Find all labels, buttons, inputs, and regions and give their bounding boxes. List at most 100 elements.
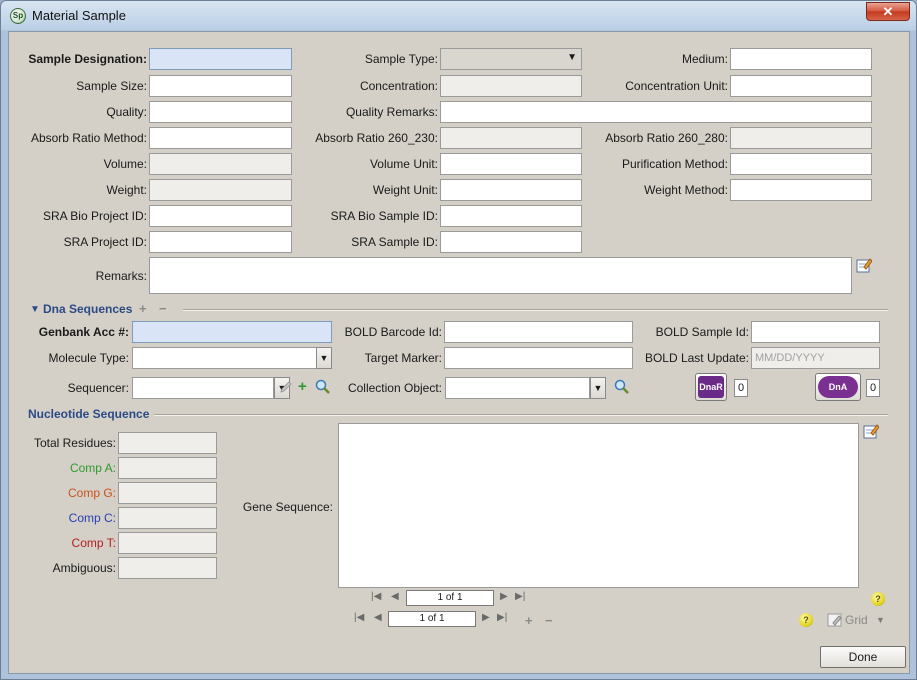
remove-dna-sequence-icon[interactable]: −: [159, 302, 167, 315]
target-marker-input[interactable]: [444, 347, 633, 369]
help-icon[interactable]: ?: [799, 613, 813, 627]
purification-method-input[interactable]: [730, 153, 872, 175]
search-sequencer-icon[interactable]: [315, 379, 330, 394]
collection-object-select[interactable]: ▼: [445, 377, 606, 399]
pencil-edit-icon[interactable]: [279, 380, 293, 394]
comp-g-input[interactable]: [118, 482, 217, 504]
sample-type-select[interactable]: ▼: [440, 48, 582, 70]
absorb-ratio-method-input[interactable]: [149, 127, 292, 149]
grid-icon[interactable]: [827, 612, 843, 628]
dna-sequences-header: Dna Sequences: [43, 302, 133, 316]
add-dna-sequence-icon[interactable]: +: [139, 302, 147, 315]
add-record-icon[interactable]: +: [525, 614, 533, 627]
weight-method-input[interactable]: [730, 179, 872, 201]
prev-page-icon[interactable]: ◀: [374, 612, 382, 623]
total-residues-label: Total Residues:: [33, 436, 116, 450]
gene-sequence-textarea[interactable]: [338, 423, 859, 588]
dnar-label: DnaR: [698, 376, 724, 398]
material-sample-window: Sp Material Sample ✕ Sample Designation:…: [0, 0, 917, 680]
sra-bio-sample-label: SRA Bio Sample ID:: [330, 209, 438, 223]
window-title: Material Sample: [32, 8, 126, 23]
genbank-acc-label: Genbank Acc #:: [38, 325, 129, 339]
sra-project-label: SRA Project ID:: [63, 235, 147, 249]
title-bar[interactable]: Sp Material Sample ✕: [1, 1, 916, 31]
close-button[interactable]: ✕: [866, 2, 910, 21]
molecule-type-select[interactable]: ▼: [132, 347, 332, 369]
remove-record-icon[interactable]: −: [545, 614, 553, 627]
nucleotide-sequence-header: Nucleotide Sequence: [28, 407, 150, 421]
volume-input[interactable]: [149, 153, 292, 175]
page-indicator: 1 of 1: [406, 590, 494, 606]
dna-sequencing-run-button[interactable]: DnA: [815, 373, 861, 401]
sra-bio-project-input[interactable]: [149, 205, 292, 227]
volume-unit-input[interactable]: [440, 153, 582, 175]
quality-input[interactable]: [149, 101, 292, 123]
bold-sample-input[interactable]: [751, 321, 880, 343]
next-page-icon[interactable]: ▶: [500, 591, 508, 602]
collapse-triangle-icon[interactable]: ▼: [30, 304, 40, 315]
absorb-ratio-230-input[interactable]: [440, 127, 582, 149]
chevron-down-icon[interactable]: ▼: [590, 377, 606, 399]
molecule-type-label: Molecule Type:: [48, 351, 130, 365]
total-residues-input[interactable]: [118, 432, 217, 454]
concentration-unit-input[interactable]: [730, 75, 872, 97]
last-page-icon[interactable]: ▶|: [497, 612, 507, 623]
last-page-icon[interactable]: ▶|: [515, 591, 525, 602]
first-page-icon[interactable]: |◀: [354, 612, 364, 623]
dna-sequences-divider: [183, 309, 888, 311]
sequencer-label: Sequencer:: [67, 381, 129, 395]
absorb-ratio-280-label: Absorb Ratio 260_280:: [605, 131, 728, 145]
bold-last-update-input[interactable]: [751, 347, 880, 369]
chevron-down-icon: ▼: [567, 52, 577, 63]
edit-gene-sequence-icon[interactable]: [863, 423, 879, 439]
weight-unit-label: Weight Unit:: [372, 183, 438, 197]
bold-last-update-label: BOLD Last Update:: [644, 351, 749, 365]
bold-barcode-label: BOLD Barcode Id:: [344, 325, 442, 339]
help-icon[interactable]: ?: [871, 592, 885, 606]
comp-a-input[interactable]: [118, 457, 217, 479]
next-page-icon[interactable]: ▶: [482, 612, 490, 623]
absorb-ratio-method-label: Absorb Ratio Method:: [30, 131, 147, 145]
sample-designation-label: Sample Designation:: [28, 52, 147, 66]
concentration-label: Concentration:: [359, 79, 438, 93]
chevron-down-icon[interactable]: ▼: [876, 615, 885, 625]
volume-label: Volume:: [103, 157, 147, 171]
comp-t-input[interactable]: [118, 532, 217, 554]
sra-sample-input[interactable]: [440, 231, 582, 253]
quality-remarks-label: Quality Remarks:: [345, 105, 438, 119]
quality-label: Quality:: [106, 105, 147, 119]
weight-label: Weight:: [106, 183, 147, 197]
ambiguous-input[interactable]: [118, 557, 217, 579]
bold-sample-label: BOLD Sample Id:: [655, 325, 749, 339]
dna-label: DnA: [818, 376, 858, 398]
genbank-acc-input[interactable]: [132, 321, 332, 343]
remarks-textarea[interactable]: [149, 257, 852, 294]
medium-input[interactable]: [730, 48, 872, 70]
grid-label[interactable]: Grid: [845, 613, 868, 627]
remarks-label: Remarks:: [95, 269, 147, 283]
dna-attachments-button[interactable]: DnaR: [695, 373, 727, 401]
bold-barcode-input[interactable]: [444, 321, 633, 343]
sra-project-input[interactable]: [149, 231, 292, 253]
concentration-input[interactable]: [440, 75, 582, 97]
dnar-count: 0: [734, 379, 748, 397]
edit-remarks-icon[interactable]: [856, 257, 872, 273]
done-button[interactable]: Done: [820, 646, 906, 668]
comp-c-input[interactable]: [118, 507, 217, 529]
nucleotide-divider: [154, 414, 888, 416]
absorb-ratio-280-input[interactable]: [730, 127, 872, 149]
sample-designation-input[interactable]: [149, 48, 292, 70]
weight-input[interactable]: [149, 179, 292, 201]
sample-size-input[interactable]: [149, 75, 292, 97]
first-page-icon[interactable]: |◀: [371, 591, 381, 602]
add-sequencer-icon[interactable]: +: [298, 379, 307, 394]
quality-remarks-input[interactable]: [440, 101, 872, 123]
weight-unit-input[interactable]: [440, 179, 582, 201]
comp-g-label: Comp G:: [67, 486, 116, 500]
search-collection-object-icon[interactable]: [614, 379, 629, 394]
prev-page-icon[interactable]: ◀: [391, 591, 399, 602]
sra-bio-sample-input[interactable]: [440, 205, 582, 227]
sra-bio-project-label: SRA Bio Project ID:: [42, 209, 147, 223]
sequencer-select[interactable]: ▼: [132, 377, 290, 399]
gene-sequence-label: Gene Sequence:: [242, 500, 333, 514]
